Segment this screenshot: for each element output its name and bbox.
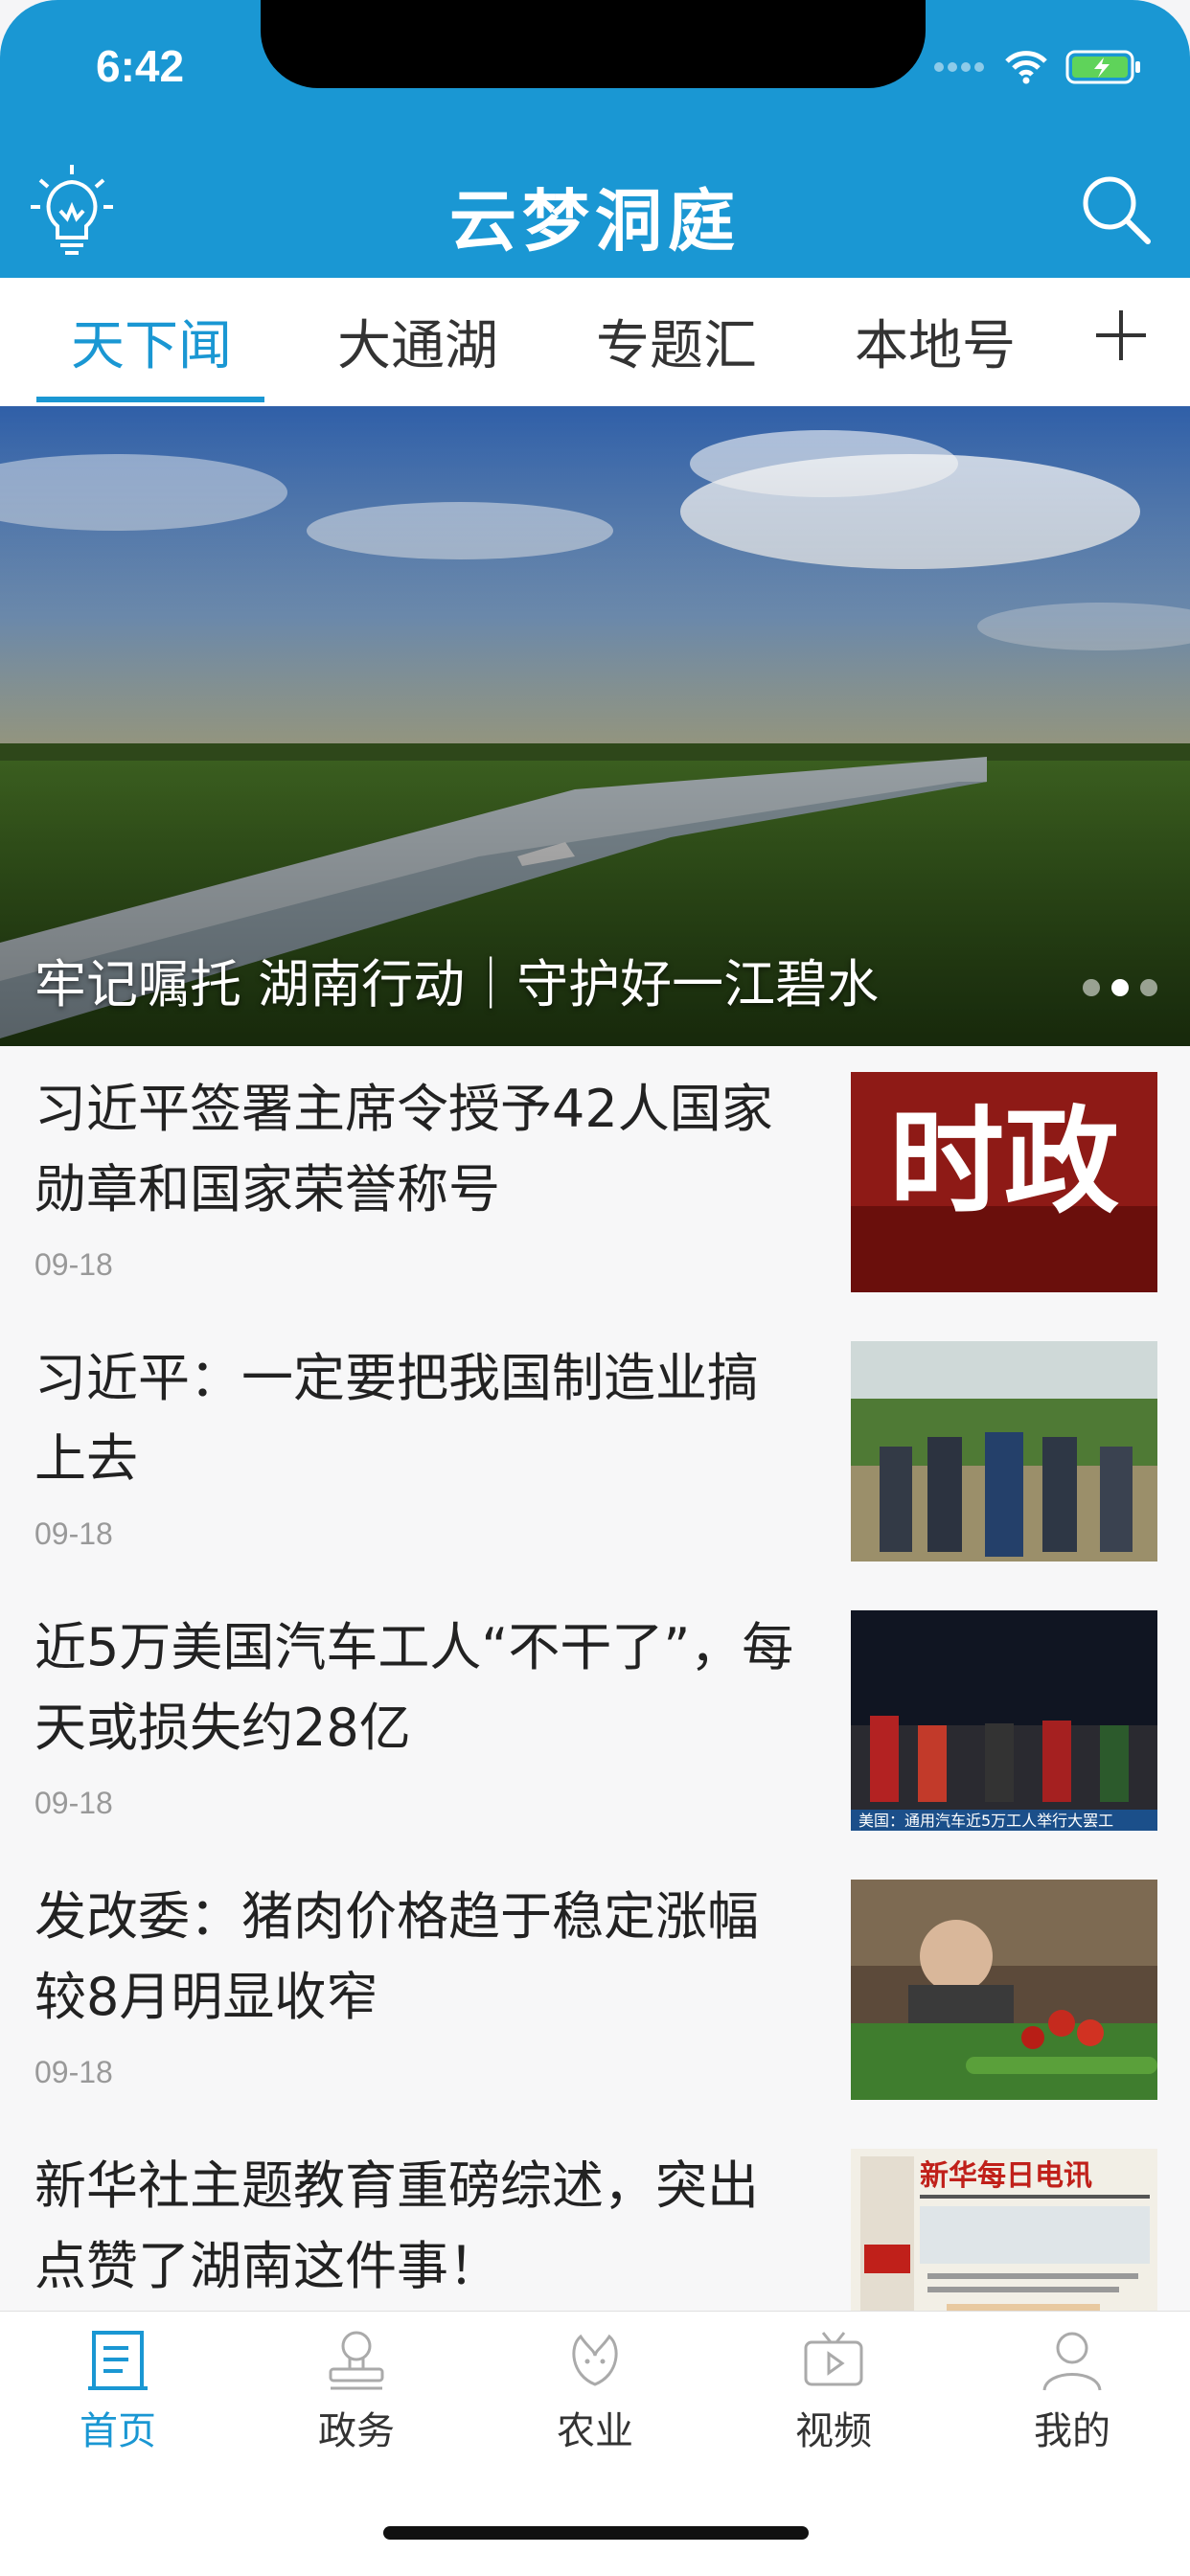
news-title: 习近平：一定要把我国制造业搞上去 xyxy=(34,1348,759,1489)
nav-profile[interactable]: 我的 xyxy=(986,2327,1158,2455)
news-thumbnail: 美国：通用汽车近5万工人举行大罢工 xyxy=(851,1610,1157,1831)
carousel-dot xyxy=(1140,979,1157,996)
nav-home[interactable]: 首页 xyxy=(32,2327,204,2455)
nav-government[interactable]: 政务 xyxy=(270,2327,443,2455)
nav-profile-label: 我的 xyxy=(1034,2409,1110,2453)
app-header: 6:42 云梦洞庭 xyxy=(0,0,1190,278)
leaf-icon xyxy=(572,2334,618,2386)
status-time: 6:42 xyxy=(96,41,185,91)
add-tab-icon[interactable] xyxy=(1092,307,1150,368)
stamp-icon xyxy=(329,2331,384,2390)
news-date: 09-18 xyxy=(34,1516,113,1551)
newspaper-masthead: 新华每日电讯 xyxy=(920,2159,1092,2193)
hero-banner[interactable]: 牢记嘱托 湖南行动｜守护好一江碧水 xyxy=(0,406,1190,1046)
app-title: 云梦洞庭 xyxy=(449,181,741,261)
carousel-dot xyxy=(1083,979,1100,996)
carousel-dot-active xyxy=(1111,979,1129,996)
news-date: 09-18 xyxy=(34,1786,113,1820)
carousel-dots xyxy=(1083,979,1157,996)
search-icon[interactable] xyxy=(1079,172,1152,249)
news-item[interactable]: 习近平签署主席令授予42人国家勋章和国家荣誉称号 09-18 时政 xyxy=(0,1046,1190,1315)
news-title: 近5万美国汽车工人“不干了”，每天或损失约28亿 xyxy=(34,1617,794,1758)
news-item[interactable]: 习近平：一定要把我国制造业搞上去 09-18 xyxy=(0,1315,1190,1584)
signal-icon xyxy=(934,62,984,72)
news-date: 09-18 xyxy=(34,2055,113,2089)
news-thumbnail: 新华每日电讯 xyxy=(851,2149,1157,2311)
person-icon xyxy=(1042,2332,1102,2391)
news-thumbnail: 时政 xyxy=(851,1072,1157,1292)
news-item[interactable]: 近5万美国汽车工人“不干了”，每天或损失约28亿 09-18 美国：通用汽车近5… xyxy=(0,1584,1190,1854)
thumbnail-text: 时政 xyxy=(889,1094,1119,1229)
nav-agriculture-label: 农业 xyxy=(557,2409,633,2453)
tab-zhuantihui[interactable]: 专题汇 xyxy=(596,303,757,380)
news-title: 习近平签署主席令授予42人国家勋章和国家荣誉称号 xyxy=(34,1079,773,1220)
news-item[interactable]: 新华社主题教育重磅综述，突出点赞了湖南这件事！ 新华每日电讯 xyxy=(0,2123,1190,2311)
home-indicator xyxy=(383,2526,809,2540)
news-date: 09-18 xyxy=(34,1247,113,1282)
news-title: 新华社主题教育重磅综述，突出点赞了湖南这件事！ xyxy=(34,2155,759,2296)
news-page-icon xyxy=(88,2331,148,2390)
tab-bendihao[interactable]: 本地号 xyxy=(855,303,1016,380)
news-item[interactable]: 发改委：猪肉价格趋于稳定涨幅较8月明显收窄 09-18 xyxy=(0,1854,1190,2123)
thumbnail-caption: 美国：通用汽车近5万工人举行大罢工 xyxy=(858,1812,1113,1830)
news-thumbnail xyxy=(851,1880,1157,2100)
status-icons xyxy=(933,50,1142,84)
news-title: 发改委：猪肉价格趋于稳定涨幅较8月明显收窄 xyxy=(34,1886,759,2027)
nav-agriculture[interactable]: 农业 xyxy=(509,2327,681,2455)
hero-caption: 牢记嘱托 湖南行动｜守护好一江碧水 xyxy=(34,954,880,1014)
tv-icon xyxy=(804,2332,863,2386)
category-tabs: 天下闻 大通湖 专题汇 本地号 xyxy=(0,278,1190,407)
tab-datonghu[interactable]: 大通湖 xyxy=(337,303,498,380)
nav-video[interactable]: 视频 xyxy=(747,2327,920,2455)
device-notch xyxy=(261,0,926,88)
news-thumbnail xyxy=(851,1341,1157,1562)
nav-home-label: 首页 xyxy=(80,2409,156,2453)
news-list: 习近平签署主席令授予42人国家勋章和国家荣誉称号 09-18 时政 习近平：一定… xyxy=(0,1046,1190,2311)
wifi-icon xyxy=(1005,51,1047,84)
battery-icon xyxy=(1065,50,1140,84)
nav-government-label: 政务 xyxy=(318,2409,395,2453)
active-tab-indicator xyxy=(36,397,264,402)
tab-tianxiawen[interactable]: 天下闻 xyxy=(71,303,232,380)
nav-video-label: 视频 xyxy=(795,2409,872,2453)
